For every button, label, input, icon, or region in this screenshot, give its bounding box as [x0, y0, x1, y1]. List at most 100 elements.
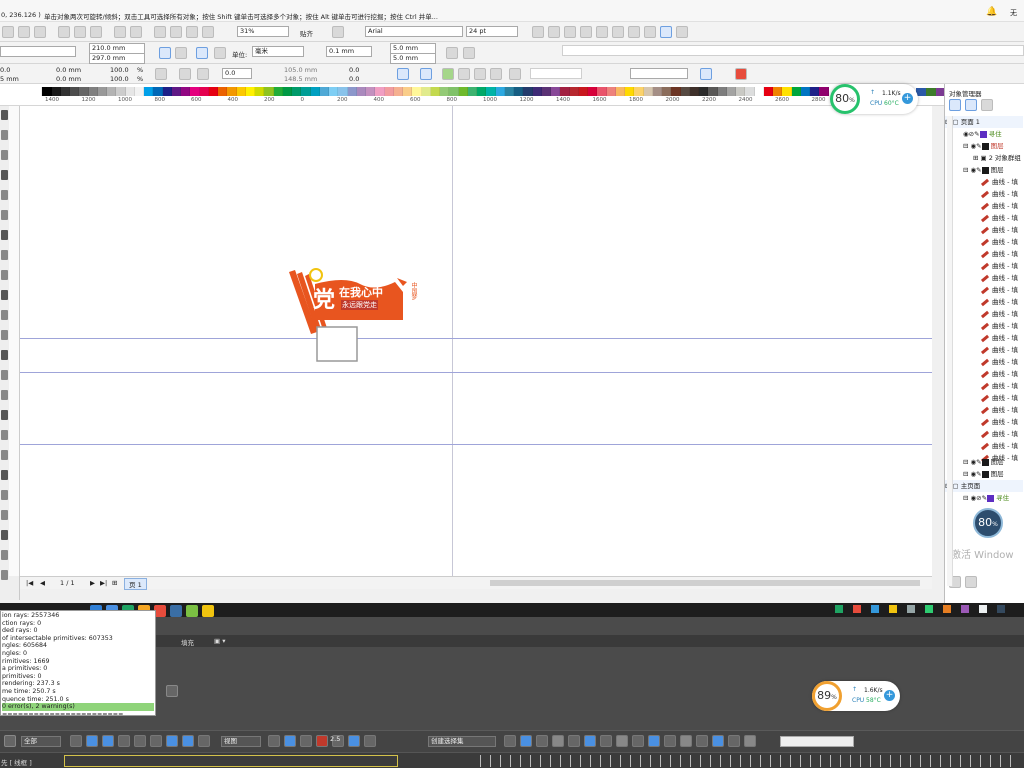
- tool-icon[interactable]: [1, 410, 8, 420]
- drawing-canvas[interactable]: 党 在我心中 永远跟党走 中国梦: [20, 106, 932, 576]
- text-props-icon[interactable]: [628, 26, 640, 38]
- tree-curve-item[interactable]: 曲线 - 填: [945, 296, 1023, 308]
- palette-swatch[interactable]: [791, 87, 801, 96]
- tree-layer[interactable]: ⊟ ◉✎ 图层: [945, 140, 1023, 152]
- taskbar-app-icon[interactable]: [170, 605, 182, 617]
- tree-curve-item[interactable]: 曲线 - 填: [945, 344, 1023, 356]
- palette-swatch[interactable]: [680, 87, 690, 96]
- all-pages-icon[interactable]: [196, 47, 208, 59]
- tree-curve-item[interactable]: 曲线 - 填: [945, 428, 1023, 440]
- prev-page-button[interactable]: ◀: [40, 579, 45, 587]
- palette-swatch[interactable]: [134, 87, 144, 96]
- tool-icon[interactable]: [1, 250, 8, 260]
- new-doc-icon[interactable]: [2, 26, 14, 38]
- panel-scrollbar[interactable]: [947, 116, 953, 586]
- palette-swatch[interactable]: [569, 87, 579, 96]
- nudge-distance-input[interactable]: 0.1 mm: [326, 46, 372, 57]
- guideline-h[interactable]: [20, 338, 932, 339]
- dropcap-icon[interactable]: [612, 26, 624, 38]
- palette-swatch[interactable]: [153, 87, 163, 96]
- palette-swatch[interactable]: [329, 87, 339, 96]
- max-tool-icon[interactable]: [284, 735, 296, 747]
- snap-to-menu[interactable]: 贴齐: [300, 28, 313, 38]
- palette-swatch[interactable]: [458, 87, 468, 96]
- font-family-select[interactable]: Arial: [365, 26, 463, 37]
- palette-swatch[interactable]: [301, 87, 311, 96]
- palette-swatch[interactable]: [236, 87, 246, 96]
- cut-icon[interactable]: [58, 26, 70, 38]
- copy-icon[interactable]: [74, 26, 86, 38]
- panel-view-icon[interactable]: [949, 99, 961, 111]
- palette-swatch[interactable]: [33, 87, 43, 96]
- palette-swatch[interactable]: [310, 87, 320, 96]
- palette-swatch[interactable]: [79, 87, 89, 96]
- palette-swatch[interactable]: [440, 87, 450, 96]
- max-tool-icon[interactable]: [102, 735, 114, 747]
- tray-icon[interactable]: [835, 605, 843, 613]
- align-icon[interactable]: [580, 26, 592, 38]
- cpu-monitor-widget[interactable]: 89% ↑ 1.6K/s CPU 58°C +: [812, 681, 900, 711]
- tree-curve-item[interactable]: 曲线 - 填: [945, 440, 1023, 452]
- palette-swatch[interactable]: [588, 87, 598, 96]
- max-tool-icon[interactable]: [150, 735, 162, 747]
- tray-icon[interactable]: [997, 605, 1005, 613]
- settings-icon[interactable]: [332, 26, 344, 38]
- palette-swatch[interactable]: [347, 87, 357, 96]
- taskbar-app-icon[interactable]: [186, 605, 198, 617]
- doc-search-input[interactable]: [562, 45, 1024, 56]
- effect-icon[interactable]: [442, 68, 454, 80]
- scale-width[interactable]: 100.0: [110, 66, 129, 74]
- max-tool-icon[interactable]: [198, 735, 210, 747]
- publish-pdf-icon[interactable]: [186, 26, 198, 38]
- palette-swatch[interactable]: [218, 87, 228, 96]
- palette-swatch[interactable]: [773, 87, 783, 96]
- palette-swatch[interactable]: [634, 87, 644, 96]
- wrap-icon[interactable]: [509, 68, 521, 80]
- palette-swatch[interactable]: [782, 87, 792, 96]
- underline-icon[interactable]: [564, 26, 576, 38]
- max-tool-icon[interactable]: [728, 735, 740, 747]
- tree-curve-item[interactable]: 曲线 - 填: [945, 320, 1023, 332]
- page-height-input[interactable]: 297.0 mm: [89, 53, 145, 64]
- palette-swatch[interactable]: [467, 87, 477, 96]
- tool-icon[interactable]: [1, 530, 8, 540]
- palette-swatch[interactable]: [699, 87, 709, 96]
- tool-icon[interactable]: [1, 570, 8, 580]
- palette-swatch[interactable]: [717, 87, 727, 96]
- max-tool-icon[interactable]: [166, 735, 178, 747]
- tree-curve-item[interactable]: 曲线 - 填: [945, 416, 1023, 428]
- palette-swatch[interactable]: [532, 87, 542, 96]
- node-tool-icon[interactable]: [397, 68, 409, 80]
- style-select[interactable]: [530, 68, 582, 79]
- tool-icon[interactable]: [1, 330, 8, 340]
- vertical-text-icon[interactable]: [676, 26, 688, 38]
- palette-swatch[interactable]: [190, 87, 200, 96]
- add-page-button[interactable]: ⊞: [112, 579, 117, 587]
- tree-curve-item[interactable]: 曲线 - 填: [945, 356, 1023, 368]
- palette-swatch[interactable]: [319, 87, 329, 96]
- max-tool-icon[interactable]: [584, 735, 596, 747]
- edit-text-icon[interactable]: [644, 26, 656, 38]
- max-tool-icon[interactable]: [680, 735, 692, 747]
- tree-curve-item[interactable]: 曲线 - 填: [945, 188, 1023, 200]
- palette-swatch[interactable]: [708, 87, 718, 96]
- palette-swatch[interactable]: [208, 87, 218, 96]
- tree-curve-item[interactable]: 曲线 - 填: [945, 404, 1023, 416]
- tree-layer[interactable]: ⊟ ◉⊘✎ 寻住: [945, 492, 1023, 504]
- max-tool-icon[interactable]: [268, 735, 280, 747]
- palette-swatch[interactable]: [181, 87, 191, 96]
- max-tool-icon[interactable]: [536, 735, 548, 747]
- palette-swatch[interactable]: [356, 87, 366, 96]
- tree-curve-item[interactable]: 曲线 - 填: [945, 272, 1023, 284]
- palette-swatch[interactable]: [384, 87, 394, 96]
- party-logo-artwork[interactable]: 党 在我心中 永远跟党走 中国梦: [285, 262, 420, 362]
- tool-icon[interactable]: [1, 550, 8, 560]
- palette-swatch[interactable]: [88, 87, 98, 96]
- named-selection-set[interactable]: 创建选择集: [428, 736, 496, 747]
- save-icon[interactable]: [18, 26, 30, 38]
- tray-icon[interactable]: [907, 605, 915, 613]
- tool-icon[interactable]: [1, 350, 8, 360]
- tool-icon[interactable]: [1, 510, 8, 520]
- landscape-icon[interactable]: [175, 47, 187, 59]
- palette-swatch[interactable]: [643, 87, 653, 96]
